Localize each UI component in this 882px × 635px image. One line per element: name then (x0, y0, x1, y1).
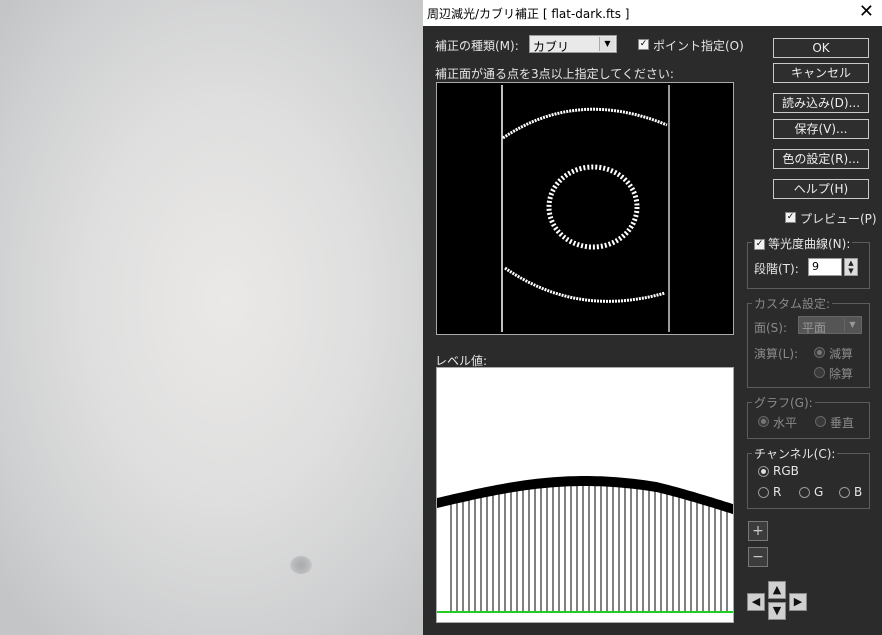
save-button[interactable]: 保存(V)... (773, 119, 869, 139)
steps-value: 9 (812, 260, 819, 273)
channel-group: チャンネル(C): RGB R G B (747, 445, 870, 509)
preview-label: プレビュー(P) (800, 212, 877, 226)
chevron-down-icon: ▼ (599, 37, 615, 51)
image-preview (0, 0, 423, 635)
surface-select[interactable]: 平面 ▼ (798, 316, 862, 335)
r-radio[interactable] (758, 487, 769, 498)
b-radio[interactable] (839, 487, 850, 498)
isophote-group: ✓ 等光度曲線(N): 段階(T): 9 ▲ ▼ (747, 235, 870, 289)
rgb-radio[interactable] (758, 466, 769, 477)
channel-title: チャンネル(C): (752, 445, 838, 462)
point-spec-checkbox[interactable]: ✓ (638, 39, 649, 50)
close-icon[interactable]: ✕ (859, 1, 874, 22)
correction-type-label: 補正の種類(M): (435, 39, 519, 53)
g-radio[interactable] (799, 487, 810, 498)
up-arrow-button[interactable]: ▲ (768, 581, 786, 599)
dust-spot (290, 556, 312, 574)
minus-button[interactable]: − (748, 547, 768, 567)
isophote-caption: ✓ 等光度曲線(N): (752, 235, 853, 252)
subtract-radio[interactable] (814, 347, 825, 358)
cancel-button[interactable]: キャンセル (773, 63, 869, 83)
level-graph (436, 367, 734, 623)
preview-checkbox[interactable]: ✓ (785, 212, 796, 223)
calc-label: 演算(L): (754, 347, 799, 361)
divide-label: 除算 (829, 367, 854, 381)
chevron-down-icon: ▼ (844, 318, 860, 332)
ok-button[interactable]: OK (773, 38, 869, 58)
left-arrow-button[interactable]: ◀ (747, 593, 765, 611)
rgb-label: RGB (773, 464, 799, 478)
subtract-label: 減算 (829, 347, 854, 361)
r-label: R (773, 485, 782, 499)
graph-group: グラフ(G): 水平 垂直 (747, 394, 870, 439)
color-settings-button[interactable]: 色の設定(R)... (773, 149, 869, 169)
steps-label: 段階(T): (754, 262, 799, 276)
point-spec-label: ポイント指定(O) (653, 39, 744, 53)
b-label: B (854, 485, 863, 499)
horizontal-label: 水平 (773, 416, 798, 430)
custom-title: カスタム設定: (752, 295, 833, 312)
title-bar: 周辺減光/カブリ補正 [ flat-dark.fts ] ✕ (423, 0, 882, 26)
divide-radio[interactable] (814, 367, 825, 378)
plus-button[interactable]: + (748, 521, 768, 541)
isophote-checkbox[interactable]: ✓ (754, 239, 765, 250)
vertical-radio[interactable] (815, 416, 826, 427)
horizontal-radio[interactable] (758, 416, 769, 427)
point-canvas[interactable] (436, 82, 734, 335)
vertical-label: 垂直 (830, 416, 855, 430)
steps-input[interactable]: 9 (808, 258, 842, 276)
surface-label: 面(S): (754, 321, 788, 335)
isophote-label: 等光度曲線(N): (768, 237, 851, 251)
load-button[interactable]: 読み込み(D)... (773, 93, 869, 113)
points-instruction: 補正面が通る点を3点以上指定してください: (435, 67, 674, 81)
custom-group: カスタム設定: 面(S): 平面 ▼ 演算(L): 減算 除算 (747, 295, 870, 388)
correction-type-value: カブリ (533, 40, 570, 54)
help-button[interactable]: ヘルプ(H) (773, 179, 869, 199)
correction-dialog: 周辺減光/カブリ補正 [ flat-dark.fts ] ✕ 補正の種類(M):… (423, 0, 882, 635)
down-arrow-button[interactable]: ▼ (768, 602, 786, 620)
correction-type-select[interactable]: カブリ ▼ (529, 35, 617, 54)
window-title: 周辺減光/カブリ補正 [ flat-dark.fts ] (427, 7, 630, 21)
graph-title: グラフ(G): (752, 394, 815, 411)
g-label: G (814, 485, 824, 499)
steps-spinner[interactable]: ▲ ▼ (844, 258, 858, 276)
right-arrow-button[interactable]: ▶ (789, 593, 807, 611)
surface-value: 平面 (802, 321, 827, 335)
